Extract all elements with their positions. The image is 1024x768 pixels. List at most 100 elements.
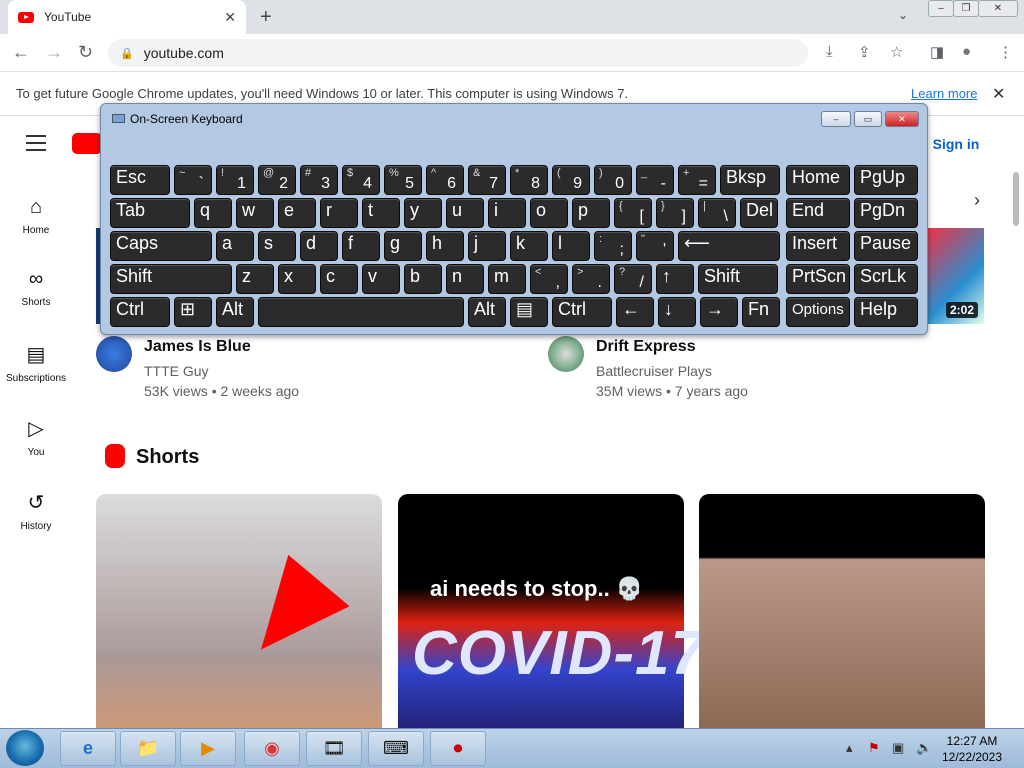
osk-key[interactable]: t xyxy=(362,198,400,228)
video-title[interactable]: James Is Blue xyxy=(144,338,251,356)
osk-key[interactable]: & 7 xyxy=(468,165,506,195)
sidebar-item-history[interactable]: ↺ History xyxy=(0,490,72,532)
close-window-button[interactable]: ✕ xyxy=(978,0,1018,17)
sidebar-item-shorts[interactable]: ∞ Shorts xyxy=(0,268,72,308)
chips-next-chevron-icon[interactable]: › xyxy=(974,190,980,211)
osk-key[interactable]: Fn xyxy=(742,297,780,327)
back-icon[interactable]: ← xyxy=(12,42,30,63)
osk-key[interactable]: Alt xyxy=(216,297,254,327)
tab-search-chevron-icon[interactable]: ⌄ xyxy=(898,8,908,22)
osk-key[interactable]: End xyxy=(786,198,850,228)
osk-key[interactable]: d xyxy=(300,231,338,261)
osk-key[interactable]: v xyxy=(362,264,400,294)
osk-key[interactable]: @2 xyxy=(258,165,296,195)
side-panel-icon[interactable]: ◨ xyxy=(930,43,944,61)
osk-key[interactable] xyxy=(258,297,464,327)
chrome-taskbar-button[interactable]: ◉ xyxy=(244,731,300,766)
page-scrollbar[interactable] xyxy=(1013,172,1019,226)
osk-key[interactable]: Esc xyxy=(110,165,170,195)
movie-maker-taskbar-button[interactable]: 🎞 xyxy=(306,731,362,766)
osk-key[interactable]: u xyxy=(446,198,484,228)
osk-key[interactable]: c xyxy=(320,264,358,294)
osk-key[interactable]: ) 0 xyxy=(594,165,632,195)
channel-name[interactable]: TTTE Guy xyxy=(144,363,209,379)
osk-key[interactable]: Bksp xyxy=(720,165,780,195)
chrome-menu-icon[interactable]: ⋮ xyxy=(998,43,1013,61)
osk-key[interactable]: b xyxy=(404,264,442,294)
system-clock[interactable]: 12:27 AM 12/22/2023 xyxy=(940,733,1004,765)
osk-key[interactable]: Shift xyxy=(110,264,232,294)
osk-key[interactable]: ~ ` xyxy=(174,165,212,195)
osk-key[interactable]: Caps xyxy=(110,231,212,261)
osk-key[interactable]: i xyxy=(488,198,526,228)
osk-key[interactable]: e xyxy=(278,198,316,228)
bookmark-star-icon[interactable]: ☆ xyxy=(890,43,903,61)
volume-icon[interactable]: 🔈 xyxy=(916,740,932,756)
media-player-taskbar-button[interactable]: ▶ xyxy=(180,731,236,766)
osk-close-button[interactable]: ✕ xyxy=(885,111,919,127)
osk-key[interactable]: ↓ xyxy=(658,297,696,327)
osk-key[interactable]: % 5 xyxy=(384,165,422,195)
tab-close-icon[interactable]: ✕ xyxy=(224,9,236,26)
osk-key[interactable]: Options xyxy=(786,297,850,327)
osk-key[interactable]: + = xyxy=(678,165,716,195)
osk-key[interactable]: Del xyxy=(740,198,778,228)
osk-key[interactable]: m xyxy=(488,264,526,294)
channel-name[interactable]: Battlecruiser Plays xyxy=(596,363,712,379)
sidebar-item-subscriptions[interactable]: ▤ Subscriptions xyxy=(0,342,72,384)
osk-key[interactable]: f xyxy=(342,231,380,261)
osk-key[interactable]: ▤ xyxy=(510,297,548,327)
explorer-taskbar-button[interactable]: 📁 xyxy=(120,731,176,766)
reload-icon[interactable]: ↻ xyxy=(78,42,93,63)
osk-key[interactable]: w xyxy=(236,198,274,228)
infobar-close-icon[interactable]: ✕ xyxy=(992,84,1005,104)
osk-key[interactable]: <, xyxy=(530,264,568,294)
osk-key[interactable]: g xyxy=(384,231,422,261)
osk-key[interactable]: {[ xyxy=(614,198,652,228)
youtube-logo[interactable] xyxy=(72,133,102,154)
osk-key[interactable]: n xyxy=(446,264,484,294)
osk-key[interactable]: k xyxy=(510,231,548,261)
restore-window-button[interactable]: ❐ xyxy=(953,0,979,17)
channel-avatar[interactable] xyxy=(96,336,132,372)
osk-key[interactable]: _ - xyxy=(636,165,674,195)
osk-key[interactable]: ! 1 xyxy=(216,165,254,195)
osk-key[interactable]: PgDn xyxy=(854,198,918,228)
recorder-taskbar-button[interactable]: ⏺ xyxy=(430,731,486,766)
video-title[interactable]: Drift Express xyxy=(596,338,696,356)
osk-key[interactable]: Home xyxy=(786,165,850,195)
hamburger-menu-icon[interactable] xyxy=(26,135,46,156)
osk-key[interactable]: >. xyxy=(572,264,610,294)
osk-minimize-button[interactable]: ‒ xyxy=(821,111,851,127)
osk-key[interactable]: z xyxy=(236,264,274,294)
osk-key[interactable]: " ' xyxy=(636,231,674,261)
channel-avatar[interactable] xyxy=(548,336,584,372)
osk-key[interactable]: | \ xyxy=(698,198,736,228)
osk-key[interactable]: l xyxy=(552,231,590,261)
osk-key[interactable]: ↑ xyxy=(656,264,694,294)
osk-key[interactable]: PgUp xyxy=(854,165,918,195)
osk-key[interactable]: }] xyxy=(656,198,694,228)
tab-youtube[interactable]: YouTube ✕ xyxy=(8,0,246,34)
osk-key[interactable]: ⊞ xyxy=(174,297,212,327)
tray-overflow-icon[interactable]: ▴ xyxy=(846,740,853,756)
sign-in-button[interactable]: Sign in xyxy=(922,130,990,158)
osk-key[interactable]: o xyxy=(530,198,568,228)
osk-key[interactable]: (9 xyxy=(552,165,590,195)
osk-key[interactable]: ← xyxy=(616,297,654,327)
short-thumbnail[interactable] xyxy=(398,494,684,728)
network-icon[interactable]: ▣ xyxy=(892,740,904,756)
osk-key[interactable]: q xyxy=(194,198,232,228)
osk-key[interactable]: y xyxy=(404,198,442,228)
osk-key[interactable]: ? / xyxy=(614,264,652,294)
osk-key[interactable]: PrtScn xyxy=(786,264,850,294)
osk-key[interactable]: ^ 6 xyxy=(426,165,464,195)
osk-key[interactable]: x xyxy=(278,264,316,294)
sidebar-item-home[interactable]: ⌂ Home xyxy=(0,196,72,236)
learn-more-link[interactable]: Learn more xyxy=(911,86,977,101)
ie-taskbar-button[interactable]: e xyxy=(60,731,116,766)
osk-key[interactable]: r xyxy=(320,198,358,228)
osk-key[interactable]: s xyxy=(258,231,296,261)
share-icon[interactable]: ⇪ xyxy=(858,43,871,61)
osk-key[interactable]: Ctrl xyxy=(552,297,612,327)
